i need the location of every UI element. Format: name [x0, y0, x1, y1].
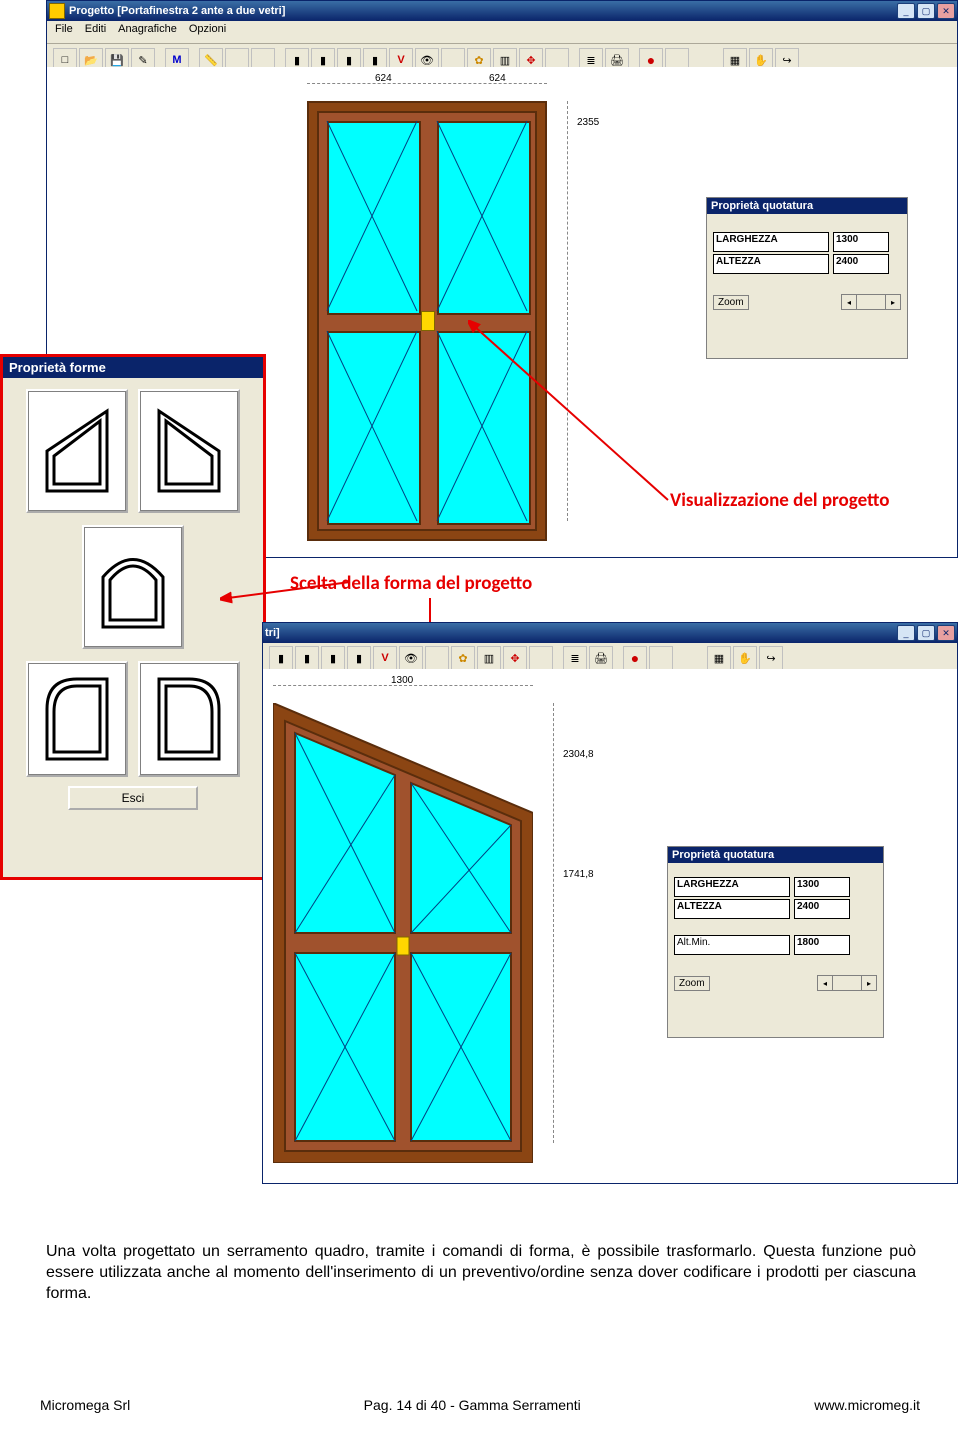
minimize-button[interactable]: _ [897, 625, 915, 641]
tool-col[interactable]: ▥ [477, 646, 501, 670]
shape-trap-right[interactable] [138, 389, 240, 513]
menu-opzioni[interactable]: Opzioni [189, 23, 226, 41]
prop-val-altmin[interactable]: 1800 [794, 935, 850, 955]
quotatura-panel-bottom: Proprietà quotatura LARGHEZZA 1300 ALTEZ… [667, 846, 884, 1038]
maximize-button[interactable]: ▢ [917, 625, 935, 641]
dim-r2: 1741,8 [563, 869, 594, 880]
zoom-left-icon[interactable]: ◂ [817, 975, 833, 991]
shape-halfarch-left[interactable] [26, 661, 128, 777]
zoom-right-icon[interactable]: ▸ [861, 975, 877, 991]
quotatura-panel-top: Proprietà quotatura LARGHEZZA 1300 ALTEZ… [706, 197, 908, 359]
menubar: File Editi Anagrafiche Opzioni [47, 21, 957, 44]
window-title-fragment: tri] [265, 627, 280, 639]
dim-top: 1300 [391, 675, 413, 686]
zoom-scrollbar[interactable]: ◂ ▸ [841, 294, 901, 310]
shape-chooser-title: Proprietà forme [3, 357, 263, 378]
close-button[interactable]: ✕ [937, 625, 955, 641]
tool-print[interactable]: 🖨 [589, 646, 613, 670]
shape-trap-left[interactable] [26, 389, 128, 513]
footer-right: www.micromeg.it [814, 1397, 920, 1413]
tool-c[interactable]: ▮ [321, 646, 345, 670]
zoom-label: Zoom [713, 295, 749, 310]
tool-v[interactable]: V [373, 646, 397, 670]
menu-anagrafiche[interactable]: Anagrafiche [118, 23, 177, 41]
prop-val-larghezza[interactable]: 1300 [794, 877, 850, 897]
tool-exit[interactable]: ↪ [759, 646, 783, 670]
footer-left: Micromega Srl [40, 1397, 130, 1413]
tool-d[interactable]: ▮ [347, 646, 371, 670]
tool-stack[interactable]: ≣ [563, 646, 587, 670]
page-footer: Micromega Srl Pag. 14 di 40 - Gamma Serr… [0, 1397, 960, 1413]
tool-hand[interactable]: ✋ [733, 646, 757, 670]
tool-blank5[interactable] [649, 646, 673, 670]
tool-eye[interactable]: 👁 [399, 646, 423, 670]
dim-right: 2355 [577, 117, 599, 128]
tool-blank4[interactable] [529, 646, 553, 670]
body-paragraph: Una volta progettato un serramento quadr… [46, 1242, 916, 1304]
quotatura-title: Proprietà quotatura [668, 847, 883, 863]
shape-arch[interactable] [82, 525, 184, 649]
zoom-label: Zoom [674, 976, 710, 991]
door-handle-icon [421, 311, 435, 331]
footer-center: Pag. 14 di 40 - Gamma Serramenti [364, 1397, 581, 1413]
tool-b[interactable]: ▮ [295, 646, 319, 670]
prop-label-altmin: Alt.Min. [674, 935, 790, 955]
dim-top-left: 624 [375, 73, 392, 84]
window-title: Progetto [Portafinestra 2 ante a due vet… [69, 5, 285, 17]
maximize-button[interactable]: ▢ [917, 3, 935, 19]
tool-record[interactable]: ● [623, 646, 647, 670]
tool-calc[interactable]: ▦ [707, 646, 731, 670]
quotatura-title: Proprietà quotatura [707, 198, 907, 214]
minimize-button[interactable]: _ [897, 3, 915, 19]
arrow-to-viz [468, 320, 678, 510]
prop-label-larghezza: LARGHEZZA [713, 232, 829, 252]
prop-val-larghezza[interactable]: 1300 [833, 232, 889, 252]
zoom-scrollbar[interactable]: ◂ ▸ [817, 975, 877, 991]
zoom-left-icon[interactable]: ◂ [841, 294, 857, 310]
menu-file[interactable]: File [55, 23, 73, 41]
close-button[interactable]: ✕ [937, 3, 955, 19]
prop-label-altezza: ALTEZZA [674, 899, 790, 919]
prop-val-altezza[interactable]: 2400 [833, 254, 889, 274]
titlebar-bottom: tri] _ ▢ ✕ [263, 623, 957, 643]
prop-label-larghezza: LARGHEZZA [674, 877, 790, 897]
annotation-visualizzazione: Visualizzazione del progetto [670, 489, 890, 512]
prop-val-altezza[interactable]: 2400 [794, 899, 850, 919]
app-icon [49, 3, 65, 19]
tool-flower[interactable]: ✿ [451, 646, 475, 670]
tool-move[interactable]: ✥ [503, 646, 527, 670]
prop-label-altezza: ALTEZZA [713, 254, 829, 274]
zoom-right-icon[interactable]: ▸ [885, 294, 901, 310]
tool-blank[interactable] [425, 646, 449, 670]
menu-editi[interactable]: Editi [85, 23, 106, 41]
dim-top-right: 624 [489, 73, 506, 84]
esci-button[interactable]: Esci [68, 786, 198, 810]
titlebar: Progetto [Portafinestra 2 ante a due vet… [47, 1, 957, 21]
tool-a[interactable]: ▮ [269, 646, 293, 670]
dim-r1: 2304,8 [563, 749, 594, 760]
door-drawing-sloped [273, 703, 533, 1163]
